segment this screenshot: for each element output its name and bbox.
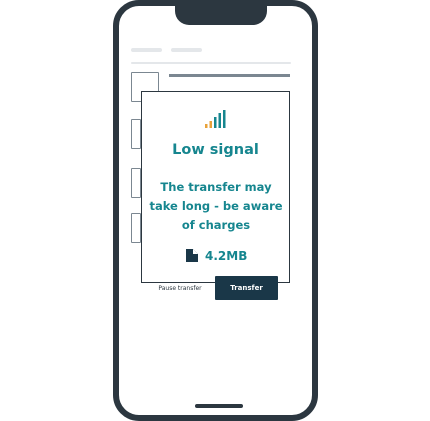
dialog-message: The transfer may take long - be aware of… [149, 180, 283, 232]
bg-placeholder-text [171, 48, 202, 52]
bg-card-placeholder [131, 213, 141, 243]
bg-heading-line [169, 74, 290, 77]
phone-notch [175, 4, 267, 25]
bg-card-placeholder [131, 119, 141, 149]
home-indicator [195, 404, 243, 408]
bg-divider [131, 62, 291, 64]
file-icon [186, 247, 198, 266]
low-signal-dialog: Low signal The transfer may take long - … [141, 91, 290, 283]
signal-bars-icon [204, 110, 228, 130]
file-info: 4.2MB [186, 248, 247, 264]
bg-card-placeholder [131, 168, 141, 198]
bg-placeholder-text [131, 48, 162, 52]
dialog-title: Low signal [172, 142, 259, 158]
transfer-button[interactable]: Transfer [215, 276, 278, 300]
pause-transfer-button[interactable]: Pause transfer [147, 280, 213, 296]
file-size: 4.2MB [205, 249, 248, 263]
